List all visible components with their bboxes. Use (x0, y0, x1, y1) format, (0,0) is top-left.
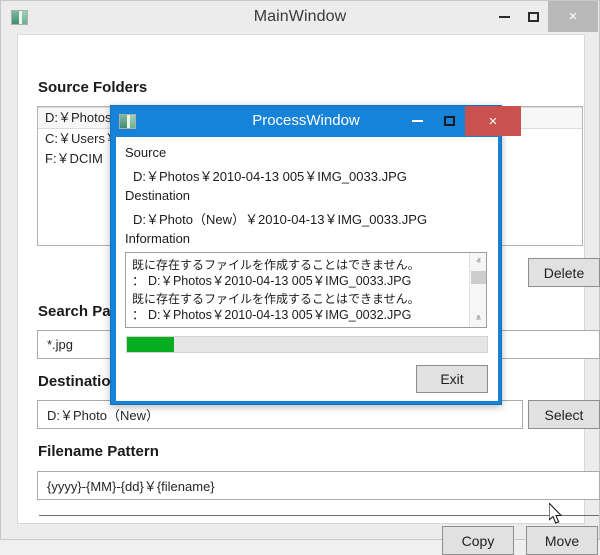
list-item[interactable]: 既に存在するファイルを作成することはできません。 ： D:￥Photos￥201… (132, 291, 468, 323)
process-close-button[interactable]: × (465, 106, 521, 136)
filename-pattern-input[interactable]: {yyyy}-{MM}-{dd}￥{filename} (37, 471, 600, 500)
progress-bar (126, 336, 488, 353)
process-source-value: D:￥Photos￥2010-04-13 005￥IMG_0033.JPG (133, 169, 407, 184)
process-minimize-button[interactable] (401, 106, 433, 136)
information-scrollbar[interactable]: ⱏ ⱞ (469, 253, 486, 327)
close-icon: × (568, 8, 578, 25)
information-path: ： D:￥Photos￥2010-04-13 005￥IMG_0033.JPG (132, 274, 412, 288)
information-listbox[interactable]: 既に存在するファイルを作成することはできません。 ： D:￥Photos￥201… (125, 252, 487, 328)
close-icon: × (488, 112, 498, 130)
select-button[interactable]: Select (528, 400, 600, 429)
information-path: ： D:￥Photos￥2010-04-13 005￥IMG_0032.JPG (132, 308, 412, 322)
list-item[interactable]: 既に存在するファイルを作成することはできません。 ： D:￥Photos￥201… (132, 257, 468, 289)
maximize-icon (528, 11, 539, 22)
minimize-icon (499, 15, 510, 18)
maximize-icon (443, 116, 455, 126)
process-window-body: Source D:￥Photos￥2010-04-13 005￥IMG_0033… (116, 137, 498, 401)
process-source-label: Source (125, 145, 167, 160)
move-button[interactable]: Move (526, 526, 598, 555)
scroll-down-icon[interactable]: ⱞ (470, 310, 486, 327)
process-maximize-button[interactable] (433, 106, 465, 136)
information-message: 既に存在するファイルを作成することはできません。 (132, 292, 420, 306)
filename-pattern-label: Filename Pattern (38, 443, 159, 460)
scrollbar-thumb[interactable] (471, 271, 486, 284)
minimize-button[interactable] (490, 1, 519, 32)
divider (39, 515, 599, 516)
information-message: 既に存在するファイルを作成することはできません。 (132, 258, 420, 272)
process-window-titlebar[interactable]: ProcessWindow × (111, 106, 521, 137)
progress-bar-fill (127, 337, 174, 352)
source-folders-label: Source Folders (38, 79, 148, 96)
process-destination-value: D:￥Photo（New）￥2010-04-13￥IMG_0033.JPG (133, 212, 428, 227)
delete-button[interactable]: Delete (528, 258, 600, 287)
copy-button[interactable]: Copy (442, 526, 514, 555)
close-button[interactable]: × (548, 1, 598, 32)
destination-label: Destination (38, 373, 120, 390)
process-window-dialog: ProcessWindow × Source D:￥Photos￥2010-04… (110, 105, 521, 405)
process-destination-label: Destination (125, 188, 191, 203)
main-window-titlebar[interactable]: MainWindow × (1, 1, 599, 34)
minimize-icon (411, 120, 423, 122)
exit-button[interactable]: Exit (416, 365, 488, 393)
maximize-button[interactable] (519, 1, 548, 32)
scroll-up-icon[interactable]: ⱏ (470, 253, 486, 270)
information-list: 既に存在するファイルを作成することはできません。 ： D:￥Photos￥201… (126, 253, 468, 325)
process-information-label: Information (125, 231, 191, 246)
